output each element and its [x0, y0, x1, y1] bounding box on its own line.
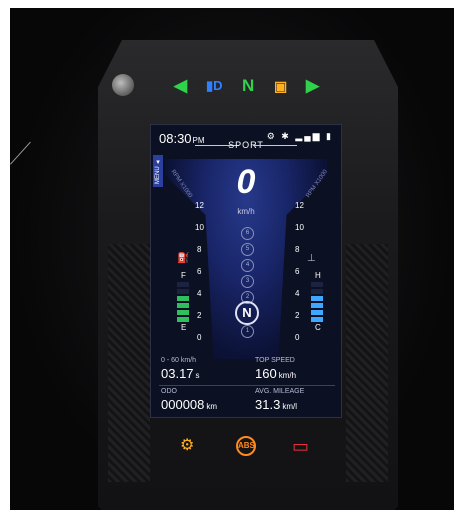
temp-bar-segment — [311, 289, 323, 294]
trip-metrics: 0 - 60 km/h 03.17 s TOP SPEED 160 km/h ODO… — [151, 355, 341, 417]
dashboard-scene: ◀ ▮D N ▣ ▶ 08:30PM SPORT ⚙ ✱ ▂▄▆ ▮ MENU … — [10, 8, 454, 510]
mileage-number: 31.3 — [255, 397, 281, 412]
fuel-bar-segment — [177, 303, 189, 308]
mode-line-right — [253, 145, 297, 146]
gear-6: 6 — [241, 227, 254, 240]
gear-3: 3 — [241, 275, 254, 288]
bottom-indicator-row: ⚙ ABS ▭ — [170, 434, 320, 458]
rpm-tick: 10 — [195, 223, 204, 232]
rpm-tick: 2 — [197, 311, 202, 320]
fuel-pump-icon: ⛽ — [177, 253, 190, 264]
fuel-bar-segment — [177, 282, 189, 287]
headlight-icon: ▮D — [206, 78, 223, 93]
fuel-bar-segment — [177, 317, 189, 322]
rpm-tick: 2 — [295, 311, 300, 320]
accel-unit: s — [195, 371, 200, 380]
coolant-temp-icon: ⊥ — [307, 253, 316, 264]
fuel-empty-label: E — [181, 323, 187, 332]
engine-check-icon: ⚙ — [180, 437, 195, 454]
gear-5: 5 — [241, 243, 254, 256]
mileage-label: AVG. MILEAGE — [255, 388, 305, 395]
fuel-bar-segment — [177, 310, 189, 315]
mileage-value: 31.3 km/l — [255, 397, 297, 412]
gear-1: 1 — [241, 325, 254, 338]
rpm-tick: 12 — [195, 201, 204, 210]
odo-number: 000008 — [161, 397, 205, 412]
battery-icon: ▭ — [292, 436, 310, 456]
accel-label: 0 - 60 km/h — [161, 357, 197, 364]
speed-hud: MENU ▲ 0 km/h RPM X1000 RPM X1000 12 10 … — [151, 153, 341, 359]
rpm-tick: 10 — [295, 223, 304, 232]
temp-bar-segment — [311, 296, 323, 301]
temp-bar-segment — [311, 310, 323, 315]
accel-number: 03.17 — [161, 366, 194, 381]
temp-bar-segment — [311, 303, 323, 308]
fuel-full-label: F — [181, 271, 186, 280]
rpm-tick: 6 — [295, 267, 300, 276]
gear-current: N — [235, 301, 259, 325]
top-speed-unit: km/h — [278, 371, 297, 380]
left-turn-icon: ◀ — [174, 76, 188, 95]
rpm-tick: 8 — [197, 245, 202, 254]
fuel-warning-icon: ▣ — [274, 78, 288, 94]
tft-screen: 08:30PM SPORT ⚙ ✱ ▂▄▆ ▮ MENU ▲ 0 km/h RP… — [150, 124, 342, 418]
rpm-tick: 0 — [197, 333, 202, 342]
top-speed-number: 160 — [255, 366, 277, 381]
connectivity-icons: ⚙ ✱ ▂▄▆ ▮ — [266, 131, 333, 141]
gear-4: 4 — [241, 259, 254, 272]
rpm-tick: 4 — [197, 289, 202, 298]
right-turn-icon: ▶ — [306, 76, 320, 95]
top-indicator-row: ◀ ▮D N ▣ ▶ — [170, 74, 340, 98]
rpm-tick: 8 — [295, 245, 300, 254]
fuel-bar-segment — [177, 296, 189, 301]
rpm-tick: 6 — [197, 267, 202, 276]
odo-value: 000008 km — [161, 397, 217, 412]
temp-bar-segment — [311, 317, 323, 322]
metrics-divider — [159, 385, 335, 386]
carbon-panel-right — [346, 244, 388, 482]
status-bar: 08:30PM SPORT ⚙ ✱ ▂▄▆ ▮ — [151, 125, 341, 150]
rpm-tick: 4 — [295, 289, 300, 298]
top-speed-label: TOP SPEED — [255, 357, 295, 364]
carbon-panel-left — [108, 244, 150, 482]
temp-cold-label: C — [315, 323, 321, 332]
mileage-unit: km/l — [282, 402, 297, 411]
speed-unit: km/h — [237, 207, 255, 216]
odo-label: ODO — [161, 388, 177, 395]
accel-value: 03.17 s — [161, 366, 200, 381]
abs-icon: ABS — [236, 436, 256, 456]
fuel-bar-segment — [177, 289, 189, 294]
rpm-tick: 12 — [295, 201, 304, 210]
callout-line — [10, 141, 31, 165]
temp-hot-label: H — [315, 271, 321, 280]
odo-unit: km — [206, 402, 218, 411]
top-speed-value: 160 km/h — [255, 366, 296, 381]
neutral-icon: N — [242, 76, 255, 95]
light-sensor — [112, 74, 134, 96]
temp-bar-segment — [311, 282, 323, 287]
rpm-tick: 0 — [295, 333, 300, 342]
